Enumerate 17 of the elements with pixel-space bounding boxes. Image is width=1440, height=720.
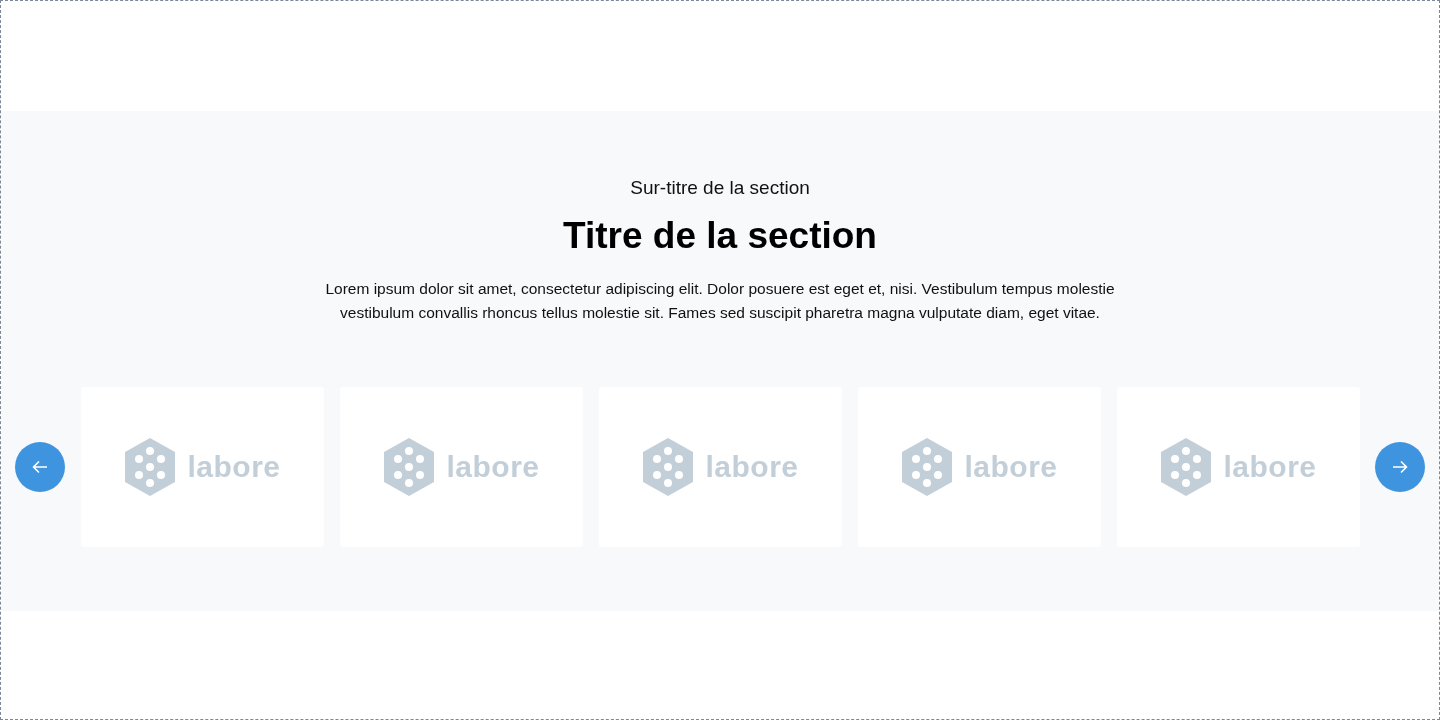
next-button[interactable] [1375,442,1425,492]
hexagon-logo-icon [1159,437,1214,497]
hexagon-logo-icon [123,437,178,497]
section-eyebrow: Sur-titre de la section [630,177,810,199]
logo-text: labore [187,450,281,484]
logo-text: labore [1223,450,1317,484]
previous-button[interactable] [15,442,65,492]
section-description: Lorem ipsum dolor sit amet, consectetur adipiscing elit. Dolor posuere est eget et, nisi. Vestibulum tempus molestie vestibulum convallis rhoncus tellus molestie sit. Fames sed suscipit pharetra magna vulputate diam, eget vitae. [324,279,1116,323]
left-arrow-icon [32,460,48,474]
logo-text: labore [446,450,540,484]
hexagon-logo-icon [382,437,437,497]
right-arrow-icon [1392,460,1408,474]
section-title: Titre de la section [563,215,877,257]
logo-text: labore [705,450,799,484]
hexagon-logo-icon [900,437,955,497]
logo-text: labore [964,450,1058,484]
hexagon-logo-icon [641,437,696,497]
